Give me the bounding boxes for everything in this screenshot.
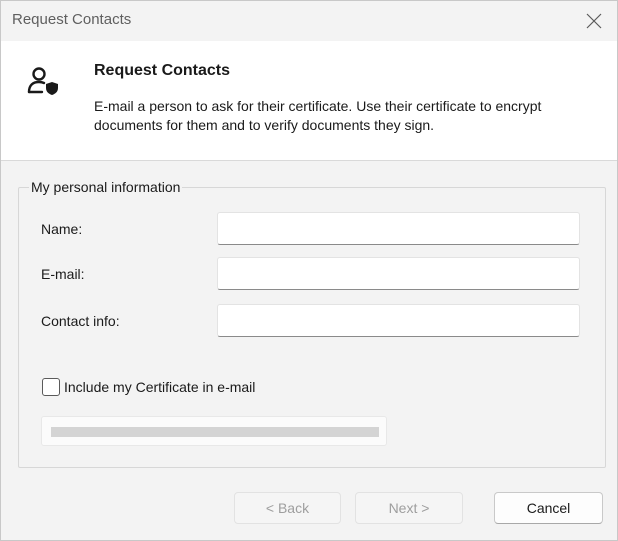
header-title: Request Contacts	[94, 62, 231, 79]
person-shield-icon	[27, 67, 58, 95]
next-button[interactable]: Next >	[355, 492, 463, 524]
email-label: E-mail:	[41, 266, 85, 282]
include-certificate-checkbox[interactable]	[42, 378, 60, 396]
close-button[interactable]	[571, 1, 617, 41]
name-label: Name:	[41, 221, 83, 237]
contact-info-label: Contact info:	[41, 313, 120, 329]
dialog-header: Request Contacts E-mail a person to ask …	[1, 41, 617, 161]
include-certificate-label[interactable]: Include my Certificate in e-mail	[64, 379, 255, 395]
email-input[interactable]	[217, 257, 580, 290]
back-button[interactable]: < Back	[234, 492, 341, 524]
close-icon	[586, 13, 602, 29]
header-description: E-mail a person to ask for their certifi…	[94, 98, 542, 133]
contact-info-input[interactable]	[217, 304, 580, 337]
include-certificate-row[interactable]: Include my Certificate in e-mail	[42, 378, 255, 396]
window-title: Request Contacts	[12, 11, 132, 28]
title-bar: Request Contacts	[1, 1, 617, 41]
certificate-placeholder-bar	[51, 427, 379, 437]
cancel-button[interactable]: Cancel	[494, 492, 603, 524]
certificate-selector	[41, 416, 387, 446]
request-contacts-dialog: Request Contacts Request Contacts E-mail…	[0, 0, 618, 541]
name-input[interactable]	[217, 212, 580, 245]
group-label: My personal information	[29, 179, 183, 195]
